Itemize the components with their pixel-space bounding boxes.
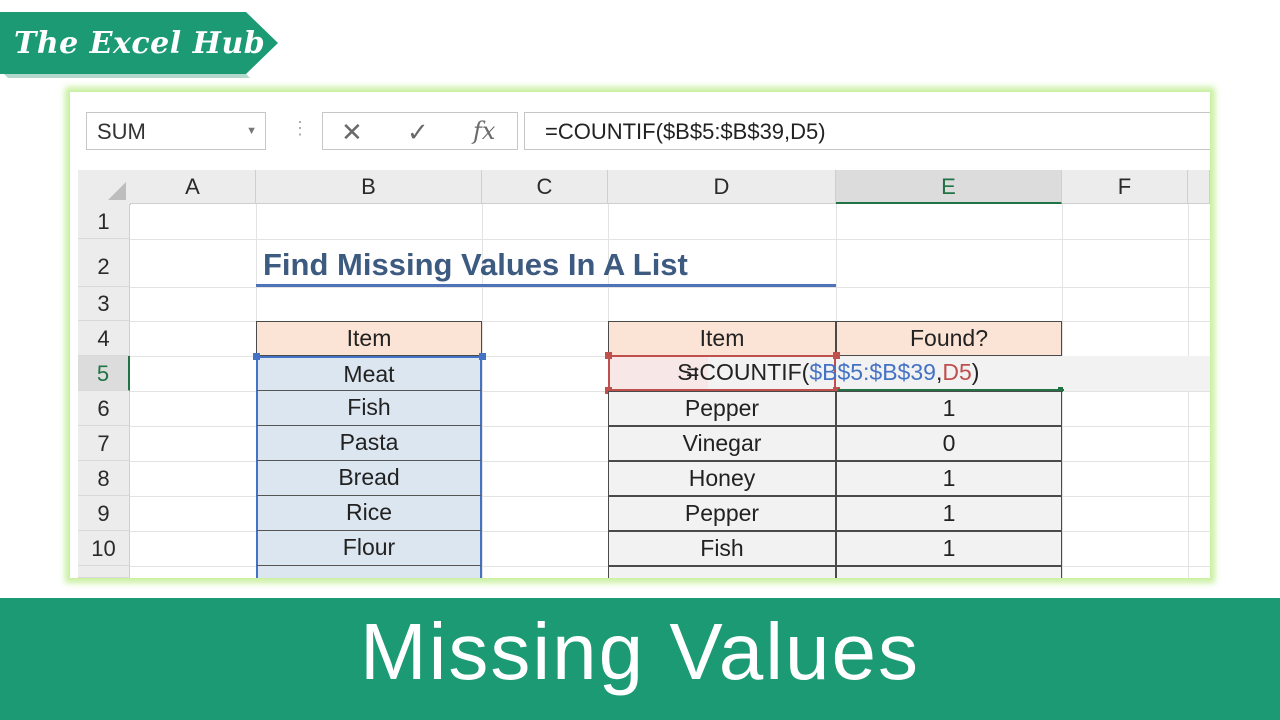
formula-bar: SUM ▼ ⋮ ✕ ✓ fx =COUNTIF($B$5:$B$39,D5) [70,92,1210,171]
reference-handle[interactable] [605,352,612,359]
list-cell[interactable]: Meat [256,356,482,391]
spreadsheet-window: SUM ▼ ⋮ ✕ ✓ fx =COUNTIF($B$5:$B$39,D5) A… [70,92,1210,578]
found-cell[interactable]: 1 [836,461,1062,496]
formula-input[interactable]: =COUNTIF($B$5:$B$39,D5) [524,112,1210,150]
row-header-11[interactable] [78,566,130,578]
title-banner: Missing Values [0,598,1280,720]
row-header-8[interactable]: 8 [78,461,130,496]
insert-function-icon[interactable]: fx [473,117,495,145]
list-header-cell[interactable]: Item [256,321,482,356]
title-underline [256,284,836,287]
check-icon[interactable]: ✓ [407,117,429,148]
lookup-item-cell[interactable]: Pepper [608,391,836,426]
gridline [130,239,1210,240]
row-header-10[interactable]: 10 [78,531,130,566]
row-header-5[interactable]: 5 [78,356,130,391]
cancel-icon[interactable]: ✕ [341,117,363,148]
formula-close: ) [971,359,980,385]
row-header-2[interactable]: 2 [78,239,130,287]
range-handle[interactable] [479,353,486,360]
gridline [130,287,1210,288]
lookup-item-cell[interactable]: Fish [608,531,836,566]
brand-text: The Excel Hub [14,26,266,61]
drag-handle-icon[interactable]: ⋮ [291,118,309,139]
formula-range-ref: $B$5:$B$39 [809,359,936,385]
found-cell[interactable] [836,566,1062,578]
name-box-value: SUM [97,119,146,144]
list-cell[interactable]: Fish [256,391,482,426]
row-header-9[interactable]: 9 [78,496,130,531]
cell-edit-formula[interactable]: =COUNTIF($B$5:$B$39,D5) [686,359,979,386]
formula-cell-ref: D5 [942,359,972,385]
list-cell[interactable]: Pasta [256,426,482,461]
found-cell[interactable]: 1 [836,391,1062,426]
lookup-item-cell[interactable]: Honey [608,461,836,496]
found-cell[interactable]: 1 [836,496,1062,531]
lookup-header-item[interactable]: Item [608,321,836,356]
list-cell[interactable]: Flour [256,531,482,566]
row-header-1[interactable]: 1 [78,204,130,239]
worksheet-grid: A B C D E F 1 2 3 4 5 6 7 8 9 10 Find Mi… [70,170,1210,578]
lookup-item-cell[interactable]: Vinegar [608,426,836,461]
column-header-c[interactable]: C [482,170,608,204]
row-header-4[interactable]: 4 [78,321,130,356]
name-box[interactable]: SUM ▼ [86,112,266,150]
row-header-6[interactable]: 6 [78,391,130,426]
column-header-e[interactable]: E [836,170,1062,204]
row-header-3[interactable]: 3 [78,287,130,321]
lookup-item-cell[interactable] [608,566,836,578]
formula-input-value: =COUNTIF($B$5:$B$39,D5) [545,119,826,144]
select-all-icon [108,182,126,200]
row-header-7[interactable]: 7 [78,426,130,461]
brand-tag: The Excel Hub [0,12,278,78]
column-header-a[interactable]: A [130,170,256,204]
reference-handle[interactable] [833,352,840,359]
found-cell[interactable]: 1 [836,531,1062,566]
column-header-f[interactable]: F [1062,170,1188,204]
found-cell[interactable]: 0 [836,426,1062,461]
sheet-title: Find Missing Values In A List [263,247,688,282]
range-handle[interactable] [253,353,260,360]
list-cell[interactable] [256,566,482,578]
lookup-header-found[interactable]: Found? [836,321,1062,356]
formula-function: =COUNTIF( [686,359,810,385]
list-cell[interactable]: Bread [256,461,482,496]
column-header-g[interactable] [1188,170,1210,204]
banner-title: Missing Values [359,607,921,696]
column-header-b[interactable]: B [256,170,482,204]
select-all-button[interactable] [78,170,131,205]
list-cell[interactable]: Rice [256,496,482,531]
chevron-down-icon[interactable]: ▼ [246,125,257,137]
column-header-d[interactable]: D [608,170,836,204]
formula-buttons: ✕ ✓ fx [322,112,518,150]
lookup-item-cell[interactable]: Pepper [608,496,836,531]
